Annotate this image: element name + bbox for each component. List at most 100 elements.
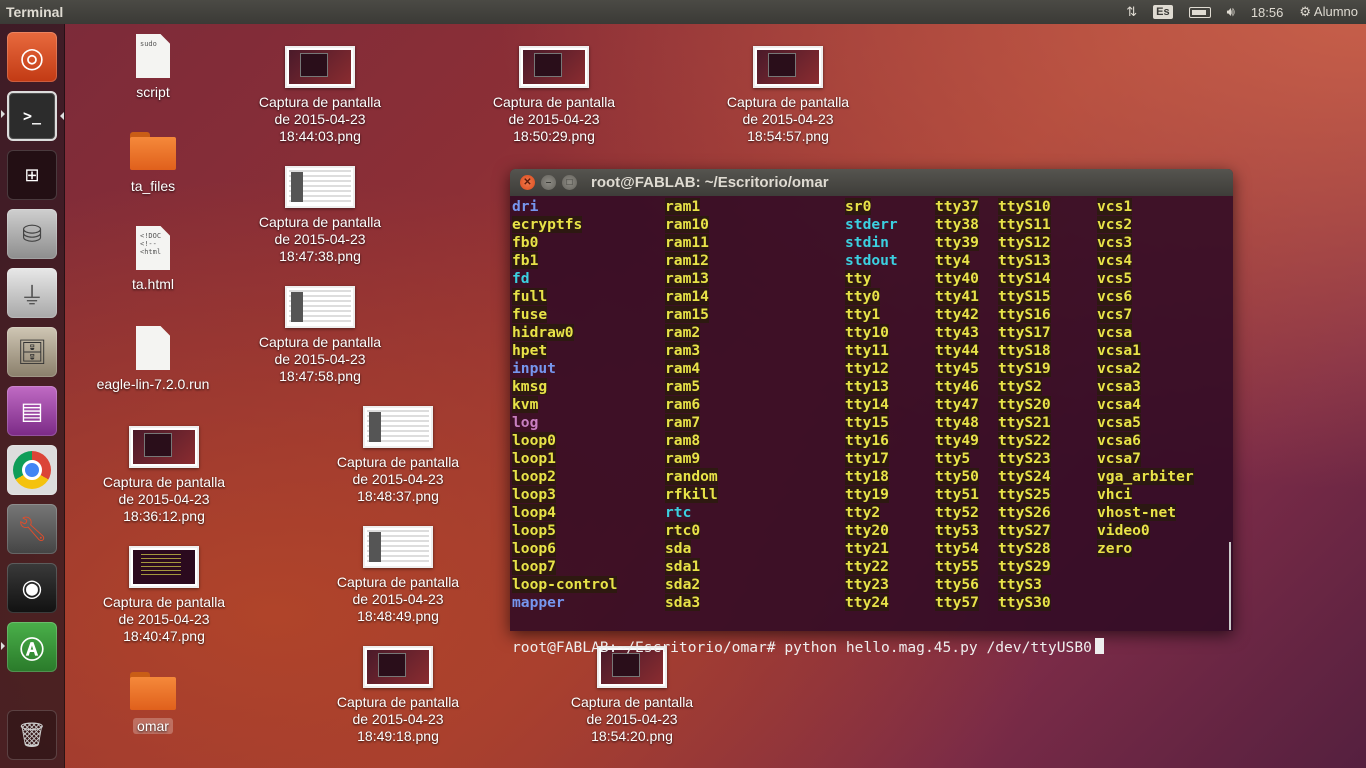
software-updater-launcher[interactable]: Ⓐ <box>7 622 57 672</box>
terminal-titlebar[interactable]: ✕ – □ root@FABLAB: ~/Escritorio/omar <box>510 169 1233 196</box>
device-entry: zero <box>1097 540 1133 557</box>
chrome-launcher[interactable] <box>7 445 57 495</box>
desktop-file-ta-html[interactable]: <!DOC <!-- <html ta.html <box>78 226 228 293</box>
minimize-button[interactable]: – <box>541 175 556 190</box>
desktop-screenshot[interactable]: Captura de pantalla de 2015-04-23 18:48:… <box>323 406 473 505</box>
indicator-area: ⇅ Es 🔊︎ 18:56 ⚙ Alumno <box>1126 4 1366 20</box>
device-entry: kmsg <box>512 378 548 395</box>
device-entry: ecryptfs <box>512 216 583 233</box>
device-entry: sda3 <box>665 594 701 611</box>
device-entry: vcs4 <box>1097 252 1133 269</box>
close-button[interactable]: ✕ <box>520 175 535 190</box>
image-thumbnail <box>363 406 433 448</box>
device-entry: tty13 <box>845 378 889 395</box>
clock[interactable]: 18:56 <box>1251 5 1284 20</box>
device-entry: rfkill <box>665 486 718 503</box>
workspace-switcher[interactable]: ⊞ <box>7 150 57 200</box>
volume-icon[interactable]: 🔊︎ <box>1227 4 1235 20</box>
device-entry: kvm <box>512 396 539 413</box>
device-entry: ram6 <box>665 396 701 413</box>
device-entry: tty11 <box>845 342 889 359</box>
file-label-line1: Captura de pantalla <box>102 594 226 610</box>
device-entry: loop6 <box>512 540 556 557</box>
desktop-screenshot[interactable]: Captura de pantalla de 2015-04-23 18:50:… <box>479 46 629 145</box>
device-entry: ram9 <box>665 450 701 467</box>
device-entry: sda <box>665 540 692 557</box>
device-entry: hidraw0 <box>512 324 574 341</box>
file-label: ta_files <box>130 178 176 194</box>
disk-launcher[interactable]: ⛁ <box>7 209 57 259</box>
device-entry: ram11 <box>665 234 709 251</box>
file-label-line2: de 2015-04-23 <box>352 711 444 727</box>
command-prompt[interactable]: root@FABLAB:~/Escritorio/omar# python he… <box>512 638 1104 657</box>
device-entry: ram14 <box>665 288 709 305</box>
updater-icon: Ⓐ <box>20 636 44 664</box>
file-label: script <box>136 84 170 100</box>
image-thumbnail <box>129 546 199 588</box>
device-entry: ttyS13 <box>998 252 1051 269</box>
battery-icon[interactable] <box>1188 6 1211 18</box>
terminal-launcher[interactable]: >_ <box>7 91 57 141</box>
desktop-screenshot[interactable]: Captura de pantalla de 2015-04-23 18:48:… <box>323 526 473 625</box>
device-entry: vcsa7 <box>1097 450 1141 467</box>
maximize-button[interactable]: □ <box>562 175 577 190</box>
desktop-screenshot[interactable]: Captura de pantalla de 2015-04-23 18:40:… <box>89 546 239 645</box>
script-file-icon: sudo <box>136 34 170 78</box>
desktop-screenshot[interactable]: Captura de pantalla de 2015-04-23 18:36:… <box>89 426 239 525</box>
trash-launcher[interactable]: 🗑︎ <box>7 710 57 760</box>
gear-icon: ⚙ <box>1299 4 1312 19</box>
terminal-scrollbar[interactable] <box>1229 542 1231 630</box>
file-label-line3: 18:54:20.png <box>591 728 673 744</box>
file-label: ta.html <box>131 276 174 292</box>
session-menu[interactable]: ⚙ Alumno <box>1299 4 1358 20</box>
device-entry: tty50 <box>935 468 979 485</box>
network-icon[interactable]: ⇅ <box>1126 4 1137 20</box>
device-entry: ttyS29 <box>998 558 1051 575</box>
prompt-text: root@FABLAB:~/Escritorio/omar# python he… <box>512 639 1092 656</box>
terminal-window[interactable]: ✕ – □ root@FABLAB: ~/Escritorio/omar dri… <box>510 169 1233 656</box>
device-entry: ttyS22 <box>998 432 1051 449</box>
device-entry: ttyS27 <box>998 522 1051 539</box>
device-entry: ttyS21 <box>998 414 1051 431</box>
file-label-line1: Captura de pantalla <box>258 94 382 110</box>
system-settings-launcher[interactable]: 🔧︎ <box>7 504 57 554</box>
files-launcher[interactable]: 🗄︎ <box>7 327 57 377</box>
device-entry: ttyS14 <box>998 270 1051 287</box>
desktop-screenshot[interactable]: Captura de pantalla de 2015-04-23 18:54:… <box>557 646 707 745</box>
device-entry: ttyS20 <box>998 396 1051 413</box>
desktop-folder-omar[interactable]: omar <box>78 672 228 735</box>
device-entry: tty57 <box>935 594 979 611</box>
device-entry: mapper <box>512 594 565 611</box>
desktop-file-script[interactable]: sudo script <box>78 34 228 101</box>
device-entry: ram15 <box>665 306 709 323</box>
usb-launcher[interactable]: ⏚ <box>7 268 57 318</box>
desktop-screenshot[interactable]: Captura de pantalla de 2015-04-23 18:44:… <box>245 46 395 145</box>
file-label-line3: 18:49:18.png <box>357 728 439 744</box>
device-entry: tty2 <box>845 504 881 521</box>
device-entry: loop1 <box>512 450 556 467</box>
active-app-title: Terminal <box>6 4 64 20</box>
software-center-launcher[interactable]: ▤ <box>7 386 57 436</box>
executable-file-icon <box>136 326 170 370</box>
desktop-screenshot[interactable]: Captura de pantalla de 2015-04-23 18:49:… <box>323 646 473 745</box>
device-entry: vcs5 <box>1097 270 1133 287</box>
device-entry: vcsa6 <box>1097 432 1141 449</box>
desktop-screenshot[interactable]: Captura de pantalla de 2015-04-23 18:54:… <box>713 46 863 145</box>
desktop-screenshot[interactable]: Captura de pantalla de 2015-04-23 18:47:… <box>245 286 395 385</box>
keyboard-layout-indicator[interactable]: Es <box>1153 5 1173 19</box>
image-thumbnail <box>285 46 355 88</box>
desktop-screenshot[interactable]: Captura de pantalla de 2015-04-23 18:47:… <box>245 166 395 265</box>
file-label-line3: 18:54:57.png <box>747 128 829 144</box>
device-entry: ttyS3 <box>998 576 1042 593</box>
desktop-folder-ta-files[interactable]: ta_files <box>78 132 228 195</box>
file-label-line2: de 2015-04-23 <box>508 111 600 127</box>
webcam-launcher[interactable]: ◉ <box>7 563 57 613</box>
file-label-line3: 18:36:12.png <box>123 508 205 524</box>
file-cabinet-icon: 🗄︎ <box>16 338 48 366</box>
desktop-file-eagle[interactable]: eagle-lin-7.2.0.run <box>78 326 228 393</box>
ubuntu-dash-button[interactable]: ◎ <box>7 32 57 82</box>
device-entry: ram13 <box>665 270 709 287</box>
usb-drive-icon: ⏚ <box>20 282 44 310</box>
device-entry: tty39 <box>935 234 979 251</box>
device-entry: ttyS10 <box>998 198 1051 215</box>
